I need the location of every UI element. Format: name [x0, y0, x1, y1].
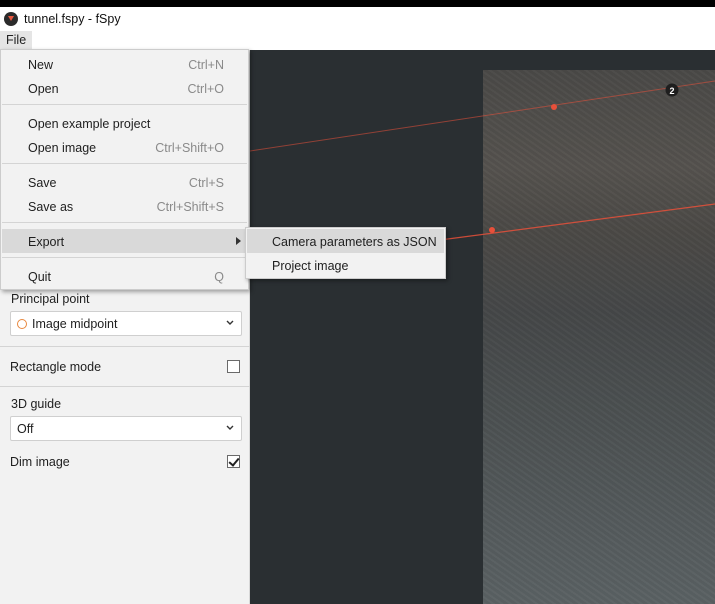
menu-item-open[interactable]: Open Ctrl+O: [2, 76, 247, 100]
menu-item-label: Open example project: [28, 117, 151, 131]
fspy-app-icon: [4, 12, 18, 26]
principal-point-value: Image midpoint: [32, 316, 118, 331]
title-bar: tunnel.fspy - fSpy: [0, 7, 715, 31]
menu-item-label: Quit: [28, 270, 51, 284]
export-submenu: Camera parameters as JSON Project image: [245, 227, 446, 279]
menu-item-export[interactable]: Export: [2, 229, 247, 253]
menu-file[interactable]: File: [0, 31, 33, 50]
submenu-item-camera-parameters-json[interactable]: Camera parameters as JSON: [247, 229, 444, 253]
menu-item-shortcut: Ctrl+Shift+O: [155, 141, 224, 155]
menu-item-label: Open image: [28, 141, 97, 155]
submenu-item-label: Camera parameters as JSON: [272, 235, 437, 249]
menu-separator: [2, 163, 247, 164]
menu-bar: File: [0, 31, 715, 50]
file-menu: New Ctrl+N Open Ctrl+O Open example proj…: [0, 49, 249, 290]
guide-value: Off: [17, 421, 34, 436]
menu-separator: [2, 222, 247, 223]
control-point-number: 2: [669, 86, 674, 96]
principal-point-label: Principal point: [11, 292, 90, 306]
menu-item-save-as[interactable]: Save as Ctrl+Shift+S: [2, 194, 247, 218]
menu-item-shortcut: Ctrl+O: [187, 82, 224, 96]
window-title: tunnel.fspy - fSpy: [24, 12, 121, 26]
menu-separator: [2, 104, 247, 105]
menu-separator: [2, 257, 247, 258]
control-point-handle[interactable]: [489, 227, 495, 233]
submenu-item-label: Project image: [272, 259, 349, 273]
guide-label: 3D guide: [11, 397, 62, 411]
menu-item-shortcut: Ctrl+N: [188, 58, 224, 72]
menu-item-save[interactable]: Save Ctrl+S: [2, 170, 247, 194]
image-canvas[interactable]: 2: [250, 50, 715, 604]
dim-image-label: Dim image: [10, 455, 70, 469]
menu-item-open-example-project[interactable]: Open example project: [2, 111, 247, 135]
rectangle-mode-checkbox[interactable]: [227, 360, 240, 373]
guide-select[interactable]: Off: [10, 416, 242, 441]
divider: [0, 386, 250, 387]
menu-item-label: New: [28, 58, 54, 72]
divider: [0, 346, 250, 347]
menu-item-shortcut: Q: [214, 270, 224, 284]
chevron-right-icon: [236, 237, 241, 245]
dim-image-checkbox[interactable]: [227, 455, 240, 468]
vanishing-lines-overlay: 2: [250, 80, 715, 241]
vanishing-line-2: [439, 203, 715, 241]
menu-item-quit[interactable]: Quit Q: [2, 264, 247, 288]
menu-item-shortcut: Ctrl+Shift+S: [156, 200, 224, 214]
rectangle-mode-label: Rectangle mode: [10, 360, 102, 374]
menu-item-shortcut: Ctrl+S: [188, 176, 224, 190]
menu-item-label: Export: [28, 235, 65, 249]
submenu-item-project-image[interactable]: Project image: [247, 253, 444, 277]
menu-item-new[interactable]: New Ctrl+N: [2, 52, 247, 76]
chevron-down-icon: [225, 316, 235, 330]
control-point-handle[interactable]: [551, 104, 557, 110]
menu-item-label: Save as: [28, 200, 74, 214]
menu-item-open-image[interactable]: Open image Ctrl+Shift+O: [2, 135, 247, 159]
circle-icon: [17, 318, 27, 329]
chevron-down-icon: [225, 421, 235, 435]
vanishing-line-1: [250, 80, 715, 152]
principal-point-select[interactable]: Image midpoint: [10, 311, 242, 336]
menu-item-label: Open: [28, 82, 59, 96]
menu-item-label: Save: [28, 176, 57, 190]
